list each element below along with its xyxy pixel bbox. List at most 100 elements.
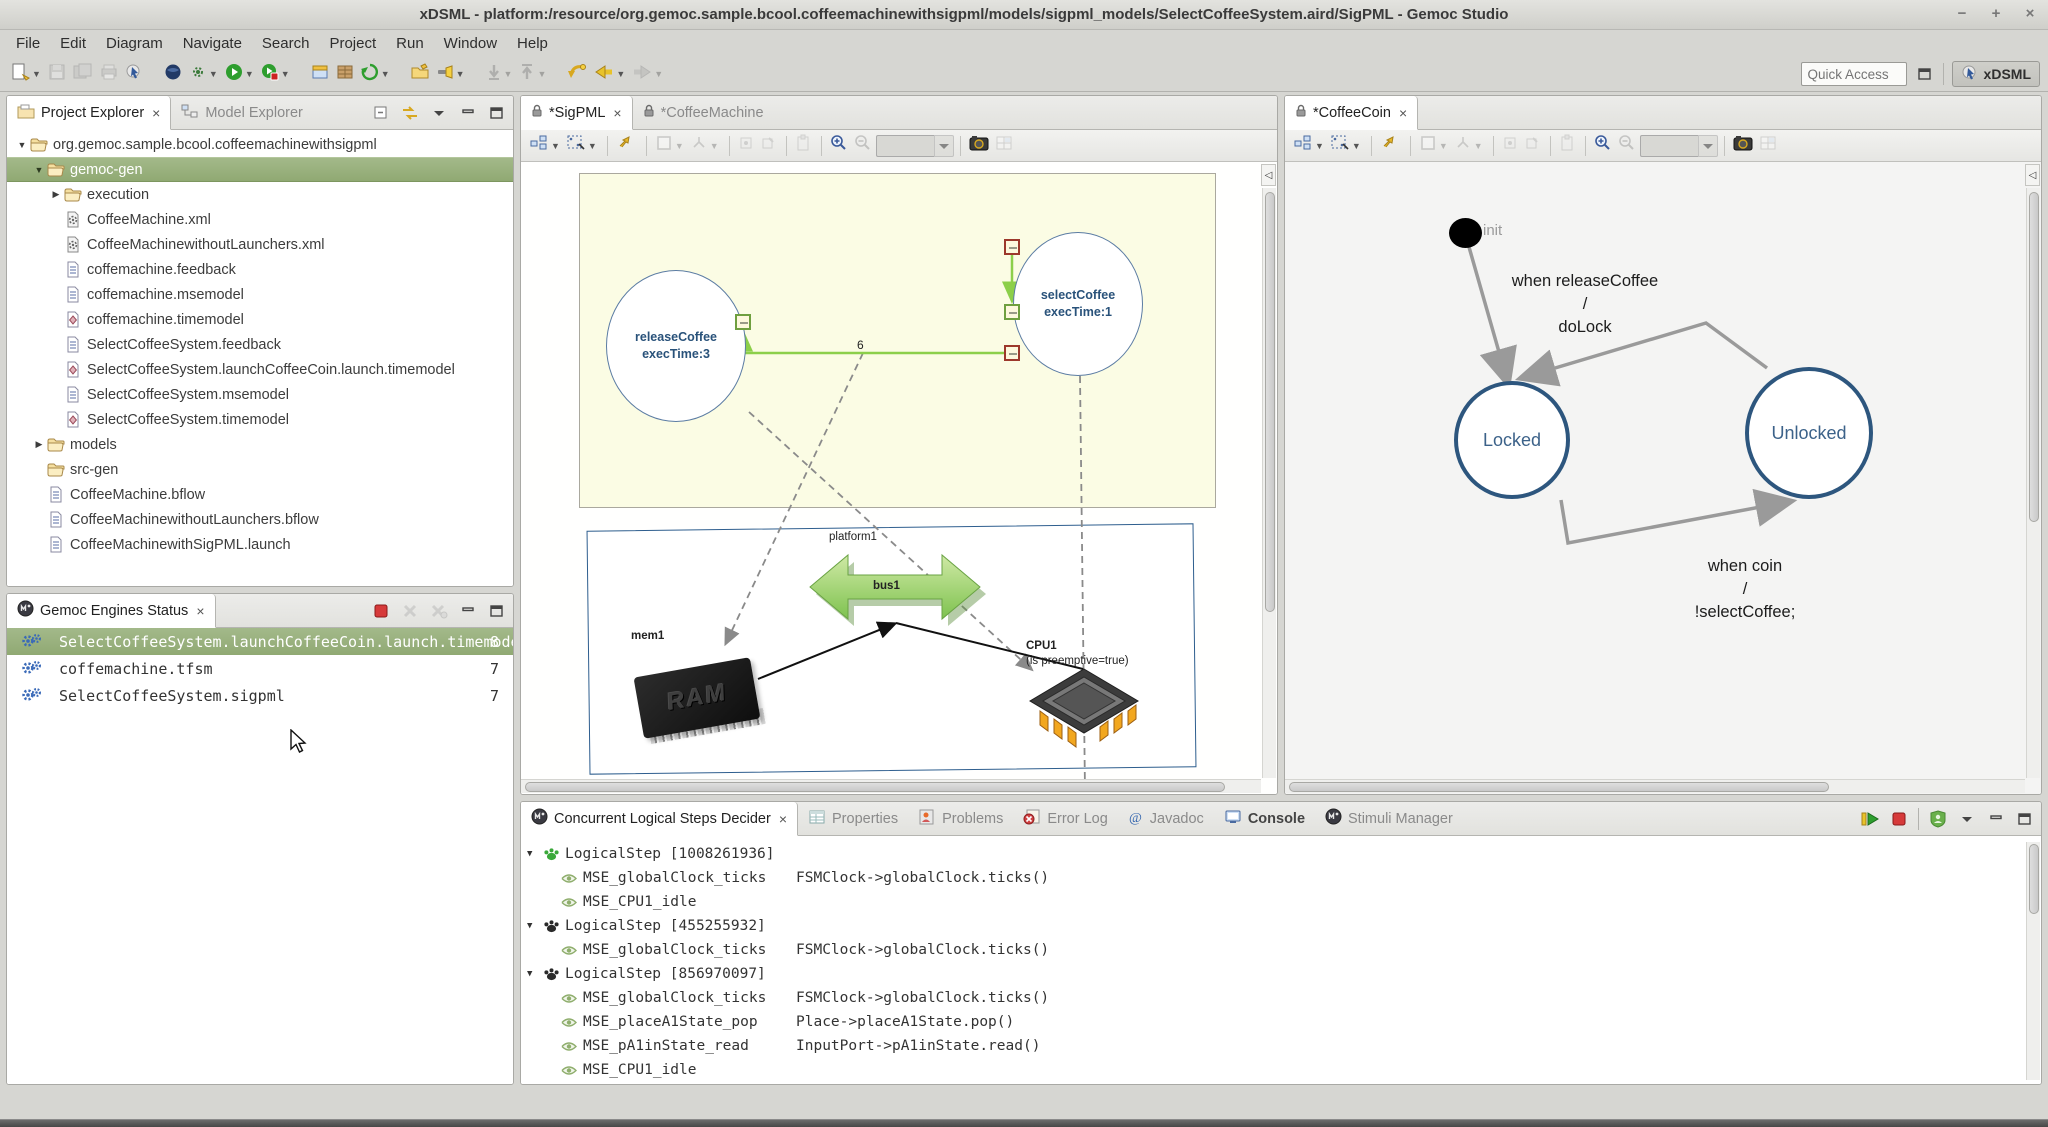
expander-icon[interactable]: ▼ [15,140,29,150]
sigpml-horizontal-scrollbar[interactable] [521,779,1261,793]
minimize-button[interactable] [1986,809,2006,829]
zoom-in-button[interactable] [828,134,850,158]
mse-event-row[interactable]: MSE_pA1inState_readInputPort->pA1inState… [521,1034,749,1058]
export-image-button[interactable] [1731,134,1755,158]
selection-mode-button[interactable]: ▼ [1328,134,1363,158]
build-all-button[interactable] [334,61,356,87]
expander-icon[interactable]: ▶ [49,189,63,200]
gemoc-engine-button[interactable] [162,61,184,87]
maximize-button[interactable] [487,601,507,621]
selection-mode-button[interactable]: ▼ [564,134,599,158]
expander-icon[interactable]: ▼ [32,165,46,175]
logical-step-row[interactable]: ▼LogicalStep [455255932] [521,914,766,938]
copy-appearance-dropdown[interactable]: ▼ [675,141,684,151]
tab-close-icon[interactable]: × [1399,105,1407,121]
maximize-button[interactable] [487,103,507,123]
tree-item-coffeemachinewithoutlaunchers.xml[interactable]: CoffeeMachinewithoutLaunchers.xml [7,232,513,257]
coffeecoin-canvas[interactable]: init when releaseCoffee / doLock Locked … [1285,162,2041,794]
zoom-level-input[interactable] [1640,135,1698,157]
palette-collapse-button[interactable]: ◁ [1261,164,1276,186]
engine-row[interactable]: coffemachine.tfsm7 [7,655,513,682]
unlocked-state[interactable]: Unlocked [1745,367,1873,499]
data-link-2[interactable] [743,334,1004,353]
tab-coffeecoin[interactable]: *CoffeeCoin× [1285,96,1418,130]
tab-sigpml[interactable]: *SigPML× [521,96,633,130]
tab-properties[interactable]: Properties [798,802,908,835]
expander-icon[interactable]: ▶ [32,439,46,450]
mse-event-row[interactable]: MSE_globalClock_ticksFSMClock->globalClo… [521,938,766,962]
debug-record-button[interactable]: ▼ [259,61,292,87]
menu-window[interactable]: Window [434,32,507,55]
locked-to-unlocked-transition[interactable] [1561,500,1787,543]
tab-model-explorer[interactable]: Model Explorer [171,96,313,129]
layout-mode-button[interactable]: ▼ [527,134,562,158]
cpu-chip-image[interactable] [1026,667,1146,767]
tab-close-icon[interactable]: × [779,811,787,827]
mem-bus-link[interactable] [758,624,894,679]
tab-close-icon[interactable]: × [613,105,621,121]
layout-mode-button[interactable]: ▼ [1291,134,1326,158]
tree-item-gemoc-gen[interactable]: ▼gemoc-gen [7,157,513,182]
tab-coffeemachine[interactable]: *CoffeeMachine [633,96,774,129]
tree-item-coffeemachine.bflow[interactable]: CoffeeMachine.bflow [7,482,513,507]
refresh-dropdown[interactable]: ▼ [381,69,390,79]
tab-close-icon[interactable]: × [152,105,160,121]
menu-run[interactable]: Run [386,32,434,55]
menu-edit[interactable]: Edit [50,32,96,55]
select-coffee-node[interactable]: selectCoffee execTime:1 [1013,232,1143,376]
mse-event-row[interactable]: MSE_CPU1_idle [521,1058,697,1082]
refresh-button[interactable]: ▼ [359,61,392,87]
menu-file[interactable]: File [6,32,50,55]
window-close-button[interactable]: × [2020,4,2040,24]
zoom-in-button[interactable] [1592,134,1614,158]
tree-item-org.gemoc.sample.bcool.coffeemachinewithsigpml[interactable]: ▼org.gemoc.sample.bcool.coffeemachinewit… [7,132,513,157]
decider-shield-button[interactable] [1928,809,1948,829]
tab-console[interactable]: Console [1214,802,1315,835]
filters-dropdown[interactable]: ▼ [710,141,719,151]
refresh-diagram-button[interactable] [1378,134,1402,158]
tree-item-coffemachine.feedback[interactable]: coffemachine.feedback [7,257,513,282]
view-menu-button[interactable] [429,103,449,123]
menu-project[interactable]: Project [319,32,386,55]
tree-item-coffeemachine.xml[interactable]: CoffeeMachine.xml [7,207,513,232]
debug-record-dropdown[interactable]: ▼ [281,69,290,79]
engine-row[interactable]: SelectCoffeeSystem.sigpml7 [7,682,513,709]
new-wizard-button[interactable]: ▼ [8,61,43,87]
mse-event-row[interactable]: MSE_globalClock_ticksFSMClock->globalClo… [521,986,766,1010]
open-perspective-button[interactable] [1915,64,1935,84]
tree-item-selectcoffeesystem.launchcoffeecoin.launch.timemodel[interactable]: SelectCoffeeSystem.launchCoffeeCoin.laun… [7,357,513,382]
tab-concurrent-logical-steps-decider[interactable]: Concurrent Logical Steps Decider× [521,802,798,836]
engine-row[interactable]: SelectCoffeeSystem.launchCoffeeCoin.laun… [7,628,513,655]
tab-stimuli-manager[interactable]: Stimuli Manager [1315,802,1463,835]
titlebar[interactable]: xDSML - platform:/resource/org.gemoc.sam… [0,0,2048,30]
minimize-button[interactable] [458,103,478,123]
prev-annotation-dropdown[interactable]: ▼ [537,69,546,79]
zoom-level-input[interactable] [876,135,934,157]
next-annotation-dropdown[interactable]: ▼ [504,69,513,79]
collapse-all-button[interactable] [371,103,391,123]
search-button[interactable]: ▼ [434,61,467,87]
external-tools-button[interactable]: ▼ [187,61,220,87]
run-dropdown[interactable]: ▼ [245,69,254,79]
tree-item-selectcoffeesystem.feedback[interactable]: SelectCoffeeSystem.feedback [7,332,513,357]
menu-diagram[interactable]: Diagram [96,32,173,55]
forward-dropdown[interactable]: ▼ [654,69,663,79]
tree-item-selectcoffeesystem.timemodel[interactable]: SelectCoffeeSystem.timemodel [7,407,513,432]
mse-event-row[interactable]: MSE_CPU1_idle [521,890,697,914]
mse-event-row[interactable]: MSE_globalClock_ticksFSMClock->globalClo… [521,866,766,890]
select-input-port[interactable] [1004,304,1020,320]
tree-item-models[interactable]: ▶models [7,432,513,457]
layout-mode-dropdown[interactable]: ▼ [551,141,560,151]
last-edit-location-button[interactable] [565,61,589,87]
coffeecoin-vertical-scrollbar[interactable] [2026,188,2040,778]
annotation-tool-button[interactable] [123,61,145,87]
export-image-button[interactable] [967,134,991,158]
minimize-button[interactable] [458,601,478,621]
zoom-level-dropdown[interactable] [1698,135,1718,157]
logical-step-row[interactable]: ▼LogicalStep [1008261936] [521,842,775,866]
steps-vertical-scrollbar[interactable] [2026,842,2040,1080]
layout-mode-dropdown[interactable]: ▼ [1315,141,1324,151]
expander-icon[interactable]: ▼ [527,969,541,979]
init-state[interactable] [1449,218,1482,248]
tree-item-selectcoffeesystem.msemodel[interactable]: SelectCoffeeSystem.msemodel [7,382,513,407]
